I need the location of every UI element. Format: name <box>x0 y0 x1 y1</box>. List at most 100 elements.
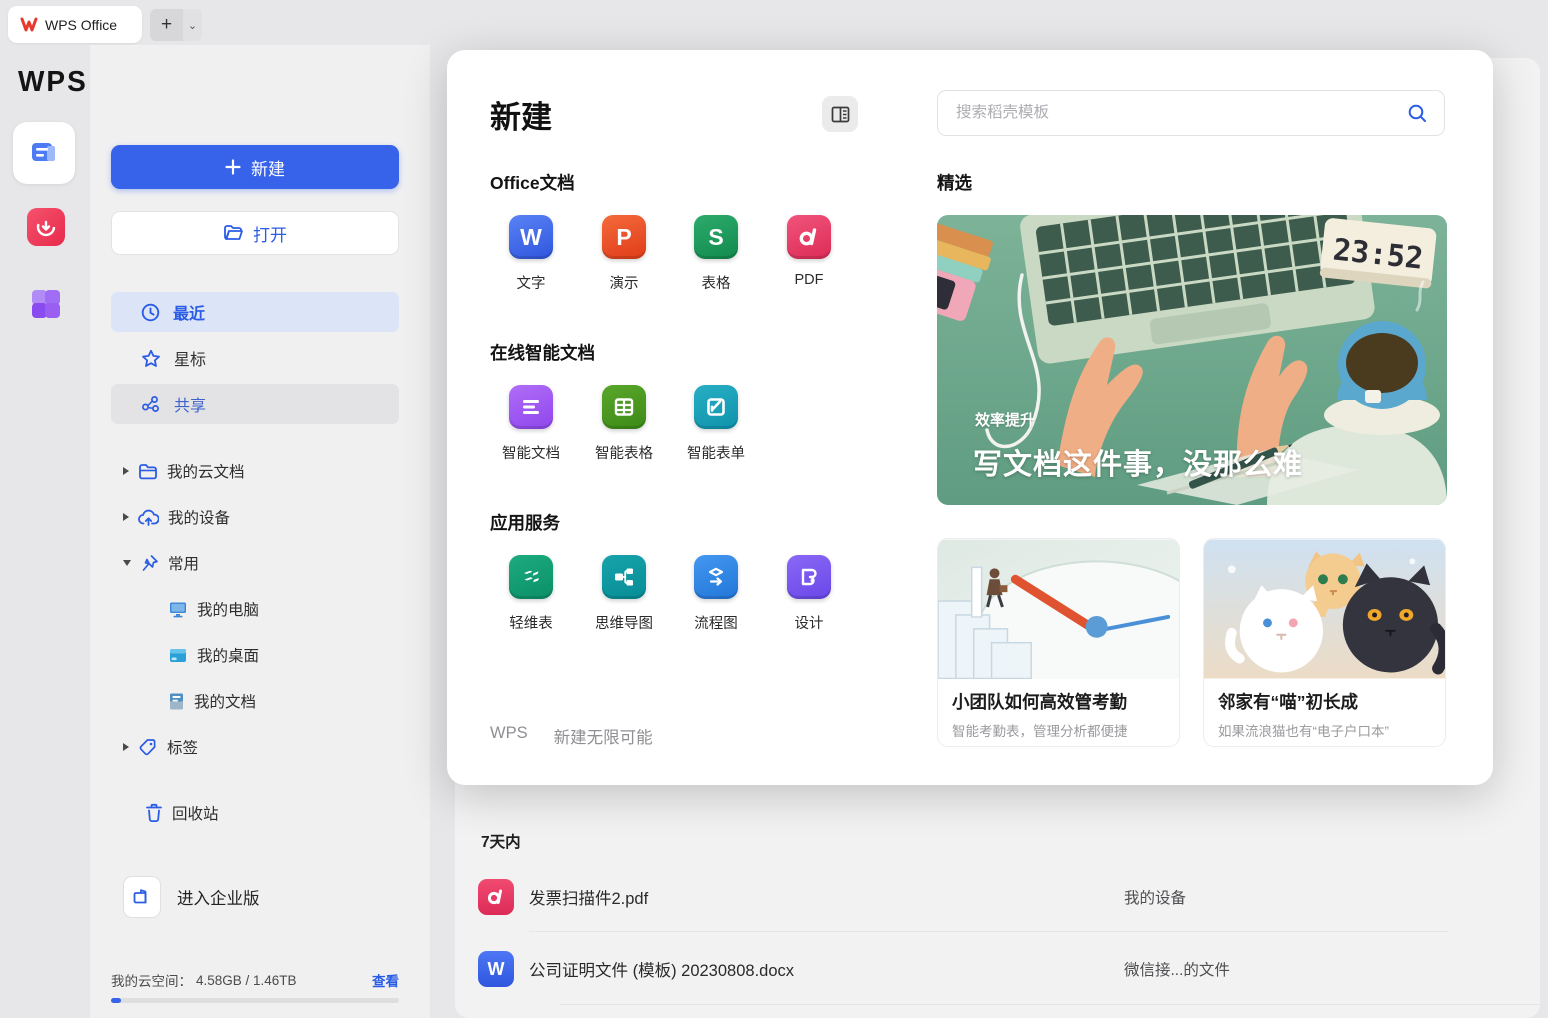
tree-item-my-desktop[interactable]: 我的桌面 <box>168 640 259 670</box>
folder-icon <box>138 463 158 480</box>
tree-item-frequent[interactable]: 常用 <box>123 548 199 578</box>
wps-spreadsheet-icon: S <box>694 215 738 259</box>
caret-collapsed-icon[interactable] <box>123 743 129 751</box>
sidebar-item-recent[interactable]: 最近 <box>111 292 399 332</box>
enterprise-label: 进入企业版 <box>177 890 260 908</box>
tile-label: PDF <box>794 272 824 288</box>
footer-slogan: 新建无限可能 <box>553 729 653 747</box>
tile-label: 智能表单 <box>687 446 745 462</box>
flowchart-icon <box>694 555 738 599</box>
pdf-file-icon <box>478 879 514 915</box>
tile-label: 文字 <box>516 276 546 292</box>
documents-icon <box>27 136 61 170</box>
apps-grid-icon <box>28 286 64 322</box>
row-divider <box>560 1004 1540 1005</box>
doc-file-icon: W <box>478 951 514 987</box>
dialog-title: 新建 <box>490 100 552 135</box>
featured-banner[interactable]: 23:52 效率提升 写文档这件事，没那么难 <box>937 215 1447 505</box>
storage-usage: 4.58GB / 1.46TB <box>196 972 297 988</box>
new-airtable-tile[interactable]: 轻维表 <box>487 555 575 633</box>
new-flowchart-tile[interactable]: 流程图 <box>672 555 760 633</box>
rail-item-downloads[interactable] <box>27 208 65 246</box>
smart-form-icon <box>694 385 738 429</box>
new-tab-button[interactable]: + <box>150 9 183 41</box>
template-search-input[interactable] <box>954 103 1407 123</box>
sidebar-item-label: 最近 <box>173 306 206 323</box>
attendance-card-illustration <box>938 539 1179 679</box>
new-smart-sheet-tile[interactable]: 智能表格 <box>580 385 668 463</box>
cloud-storage-status: 我的云空间： 4.58GB / 1.46TB 查看 <box>111 970 399 990</box>
tree-item-label: 我的设备 <box>168 510 231 527</box>
new-smart-doc-tile[interactable]: 智能文档 <box>487 385 575 463</box>
enterprise-entry[interactable]: 进入企业版 <box>123 876 260 918</box>
sidebar-layout-icon <box>831 106 850 123</box>
banner-title: 写文档这件事，没那么难 <box>973 449 1304 481</box>
file-location: 微信接...的文件 <box>1124 962 1230 979</box>
star-icon <box>141 349 161 368</box>
rail-item-apps[interactable] <box>27 285 65 323</box>
tile-label: 轻维表 <box>509 616 553 632</box>
open-folder-icon <box>223 224 243 242</box>
computer-icon <box>168 600 188 618</box>
featured-card-cats[interactable]: 邻家有“喵”初长成 如果流浪猫也有“电子户口本” <box>1203 538 1446 747</box>
card-subtitle: 如果流浪猫也有“电子户口本” <box>1218 724 1389 739</box>
section-heading: Office文档 <box>490 173 575 193</box>
tile-label: 智能文档 <box>502 446 560 462</box>
sidebar-item-starred[interactable]: 星标 <box>111 338 399 378</box>
tab-title: WPS Office <box>45 16 118 33</box>
search-icon[interactable] <box>1407 103 1428 124</box>
file-row[interactable]: W 公司证明文件 (模板) 20230808.docx 微信接...的文件 <box>478 951 1532 987</box>
tree-item-my-devices[interactable]: 我的设备 <box>123 502 230 532</box>
row-divider <box>529 931 1448 932</box>
new-document-button[interactable]: 新建 <box>111 145 399 189</box>
tag-icon <box>138 738 158 757</box>
tab-list-dropdown[interactable]: ⌄ <box>183 9 202 41</box>
sidebar-item-label: 回收站 <box>172 806 219 823</box>
sidebar-item-shared[interactable]: 共享 <box>111 384 399 424</box>
desktop-icon <box>168 647 188 664</box>
section-heading: 应用服务 <box>490 513 560 533</box>
caret-expanded-icon[interactable] <box>123 560 131 566</box>
file-row[interactable]: 发票扫描件2.pdf 我的设备 <box>478 879 1532 915</box>
window-tab[interactable]: WPS Office <box>8 6 142 43</box>
caret-collapsed-icon[interactable] <box>123 467 129 475</box>
new-presentation-tile[interactable]: P 演示 <box>580 215 668 293</box>
tree-item-cloud-docs[interactable]: 我的云文档 <box>123 456 245 486</box>
app-window: WPS Office + ⌄ WPS Office 新建 打开 最近 星标 <box>0 0 1548 1018</box>
tree-item-my-computer[interactable]: 我的电脑 <box>168 594 259 624</box>
sidebar-item-trash[interactable]: 回收站 <box>145 798 219 828</box>
new-button-label: 新建 <box>251 159 285 179</box>
wps-writer-icon: W <box>509 215 553 259</box>
new-spreadsheet-tile[interactable]: S 表格 <box>672 215 760 293</box>
caret-collapsed-icon[interactable] <box>123 513 129 521</box>
rail-item-docs[interactable] <box>13 122 75 184</box>
airtable-icon <box>509 555 553 599</box>
enterprise-icon <box>123 876 161 918</box>
card-title: 小团队如何高效管考勤 <box>952 692 1127 712</box>
tile-label: 流程图 <box>694 616 738 632</box>
new-mindmap-tile[interactable]: 思维导图 <box>580 555 668 633</box>
new-smart-form-tile[interactable]: 智能表单 <box>672 385 760 463</box>
new-writer-tile[interactable]: W 文字 <box>487 215 575 293</box>
pin-icon <box>140 554 159 573</box>
layout-toggle-button[interactable] <box>822 96 858 132</box>
dialog-footer: WPS 新建无限可能 <box>490 724 653 748</box>
template-search-box[interactable] <box>937 90 1445 136</box>
tile-label: 思维导图 <box>595 616 653 632</box>
card-title: 邻家有“喵”初长成 <box>1218 692 1358 712</box>
new-design-tile[interactable]: 设计 <box>765 555 853 633</box>
featured-card-attendance[interactable]: 小团队如何高效管考勤 智能考勤表，管理分析都便捷 <box>937 538 1180 747</box>
footer-brand: WPS <box>490 724 528 742</box>
section-heading: 在线智能文档 <box>490 343 595 363</box>
tree-item-tags[interactable]: 标签 <box>123 732 198 762</box>
cloud-upload-icon <box>138 509 159 526</box>
tree-item-label: 常用 <box>168 556 200 573</box>
new-pdf-tile[interactable]: PDF <box>765 215 853 288</box>
plus-icon <box>225 159 241 175</box>
storage-view-link[interactable]: 查看 <box>372 970 399 990</box>
cats-card-illustration <box>1204 539 1445 679</box>
open-file-button[interactable]: 打开 <box>111 211 399 255</box>
smart-doc-icon <box>509 385 553 429</box>
tree-item-my-documents[interactable]: 我的文档 <box>168 686 256 716</box>
file-location: 我的设备 <box>1124 890 1187 907</box>
